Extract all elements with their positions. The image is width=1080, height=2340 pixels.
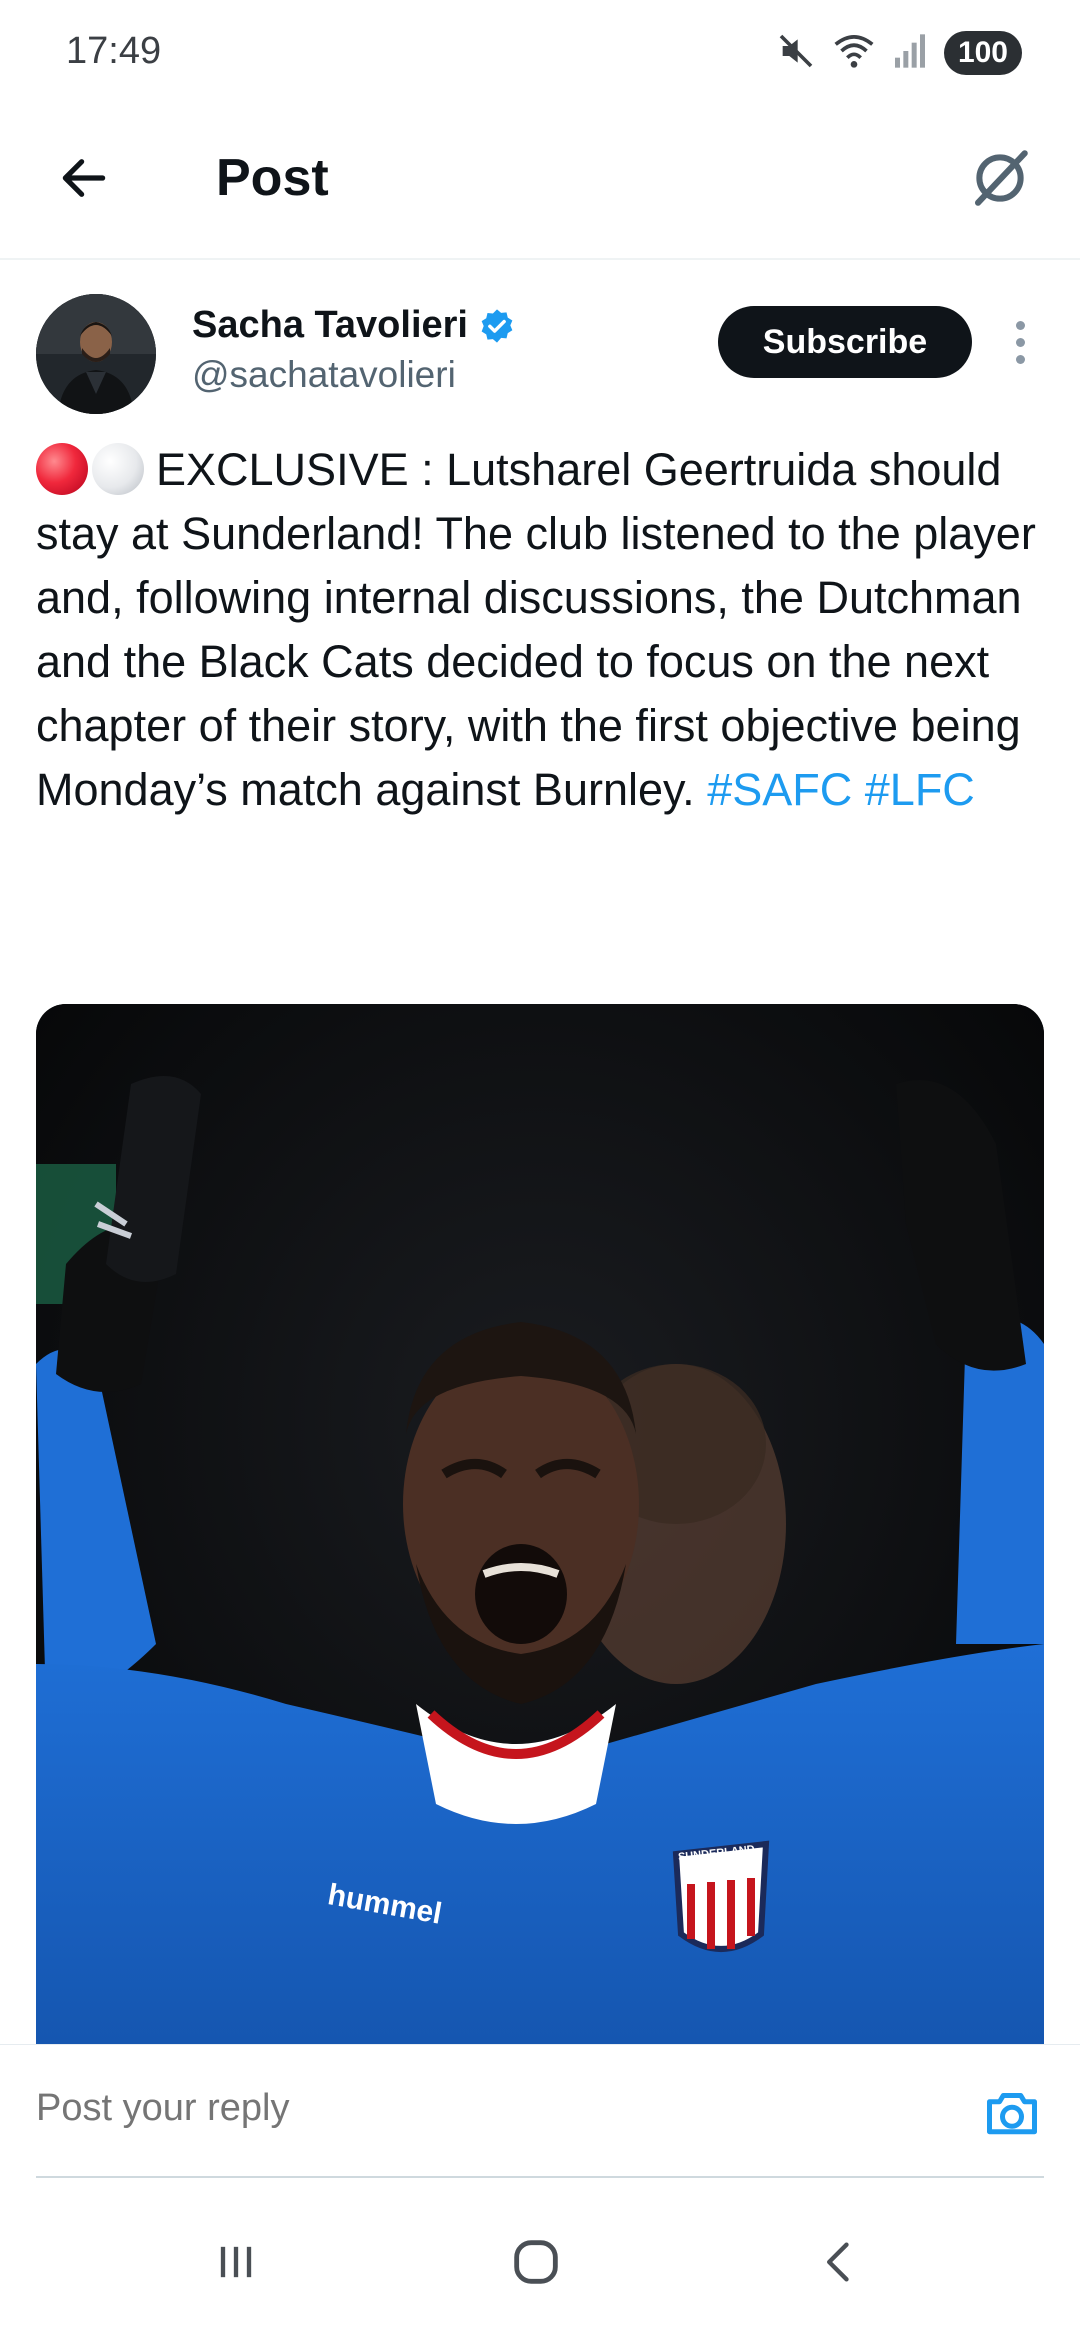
grok-icon: [974, 150, 1028, 206]
status-time: 17:49: [66, 30, 162, 72]
home-button[interactable]: [486, 2222, 586, 2302]
camera-button[interactable]: [980, 2081, 1044, 2145]
author-handle[interactable]: @sachatavolieri: [192, 354, 456, 396]
status-bar: 17:49 100: [0, 0, 1080, 110]
recent-apps-icon: [220, 2246, 252, 2278]
status-icons: 100: [776, 28, 1022, 78]
arrow-left-icon: [62, 159, 106, 197]
home-icon: [514, 2240, 558, 2284]
back-button[interactable]: [48, 142, 120, 214]
system-nav-bar: [0, 2178, 1080, 2340]
camera-icon: [987, 2093, 1037, 2135]
post-body: EXCLUSIVE : Lutsharel Geertruida should …: [36, 444, 1036, 815]
hashtag-link[interactable]: #SAFC: [707, 764, 852, 815]
red-circle-emoji: [36, 443, 88, 495]
hashtag-link[interactable]: #LFC: [865, 764, 975, 815]
avatar[interactable]: [36, 294, 156, 414]
player-photo: hummel SUNDERLAND: [36, 1004, 1044, 2044]
more-dot: [1015, 337, 1025, 347]
signal-icon: [892, 31, 928, 76]
more-dot: [1015, 354, 1025, 364]
wifi-icon: [832, 31, 876, 76]
recent-apps-button[interactable]: [186, 2222, 286, 2302]
back-icon: [827, 2242, 849, 2282]
top-app-bar: Post: [0, 110, 1080, 260]
system-back-button[interactable]: [790, 2222, 890, 2302]
reply-bar: [0, 2044, 1080, 2179]
reply-input[interactable]: [36, 2087, 836, 2130]
white-circle-emoji: [92, 443, 144, 495]
post-text: EXCLUSIVE : Lutsharel Geertruida should …: [36, 438, 1046, 822]
verified-badge-icon: [481, 308, 513, 343]
post-image[interactable]: hummel SUNDERLAND: [36, 1004, 1044, 2044]
more-dot: [1015, 320, 1025, 330]
battery-indicator: 100: [943, 31, 1022, 75]
page-title: Post: [216, 149, 329, 207]
author-name-text: Sacha Tavolieri: [192, 304, 468, 346]
grok-button[interactable]: [960, 138, 1040, 218]
more-options-button[interactable]: [1000, 312, 1040, 372]
author-name[interactable]: Sacha Tavolieri: [192, 304, 516, 347]
mute-icon: [776, 31, 816, 76]
subscribe-button[interactable]: Subscribe: [718, 306, 972, 378]
